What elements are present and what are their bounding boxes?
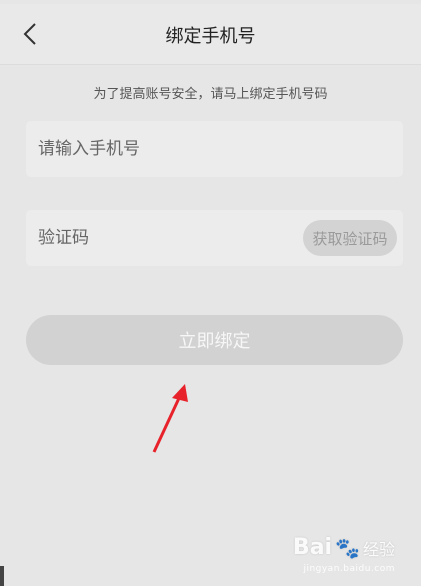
- red-annotation-arrow: [152, 384, 188, 453]
- get-code-button[interactable]: 获取验证码: [303, 220, 397, 256]
- watermark-brand-suffix: 经验: [362, 539, 395, 559]
- page-title: 绑定手机号: [165, 26, 256, 47]
- paw-icon: 🐾: [335, 535, 360, 560]
- phone-input[interactable]: [38, 121, 298, 177]
- code-field: 获取验证码: [26, 210, 403, 266]
- verification-code-input[interactable]: [38, 210, 298, 266]
- corner-mark: [0, 566, 4, 586]
- watermark-brand: Bai: [292, 535, 333, 560]
- bind-now-button[interactable]: 立即绑定: [26, 315, 403, 365]
- watermark-url: jingyan.baidu.com: [303, 564, 395, 574]
- baidu-jingyan-watermark: Bai 🐾 经验: [293, 535, 395, 560]
- phone-field: [26, 121, 403, 177]
- security-hint: 为了提高账号安全，请马上绑定手机号码: [93, 87, 328, 102]
- header-bar: 绑定手机号: [0, 4, 421, 65]
